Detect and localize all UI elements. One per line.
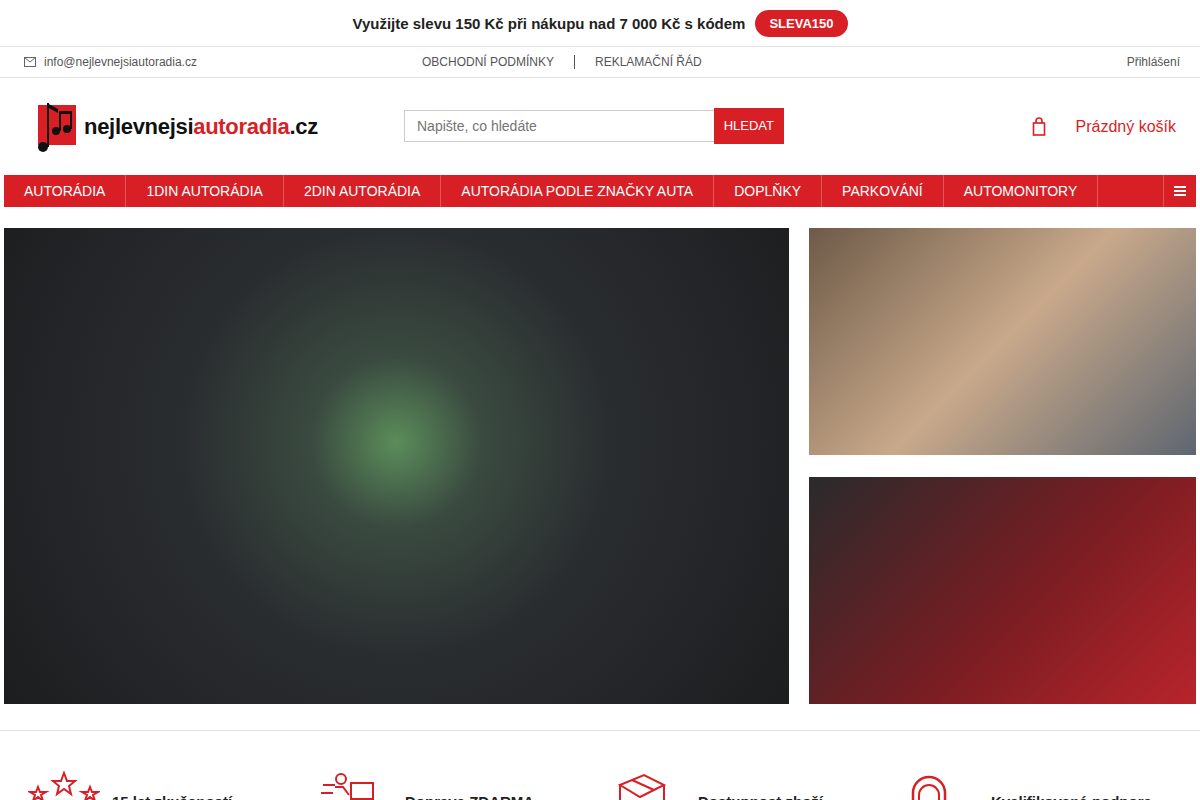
cart[interactable]: Prázdný košík (1032, 117, 1176, 137)
article-banner[interactable] (809, 228, 1196, 455)
email-text[interactable]: info@nejlevnejsiautoradia.cz (44, 55, 197, 69)
logo-text[interactable]: nejlevnejsiautoradia.cz (84, 114, 318, 140)
promo-code-badge: SLEVA150 (755, 10, 847, 37)
nav-item[interactable]: AUTORÁDIA PODLE ZNAČKY AUTA (441, 175, 714, 207)
nav-menu-button[interactable] (1163, 175, 1196, 207)
nav-item[interactable]: AUTOMONITORY (944, 175, 1099, 207)
top-bar: info@nejlevnejsiautoradia.cz OBCHODNÍ POD… (0, 47, 1200, 78)
main-nav: AUTORÁDIA1DIN AUTORÁDIA2DIN AUTORÁDIAAUT… (4, 175, 1196, 207)
hero (4, 228, 1196, 704)
feature-item: Kvalifikovaná podpora (907, 771, 1200, 800)
nav-item[interactable]: PARKOVÁNÍ (822, 175, 944, 207)
search-form: HLEDAT (404, 110, 784, 144)
feature-item: Dostupnost zboží (614, 771, 907, 800)
promo-text: Využijte slevu 150 Kč při nákupu nad 7 0… (352, 15, 745, 32)
top-links: OBCHODNÍ PODMÍNKYREKLAMAČNÍ ŘÁD (414, 55, 722, 69)
category-banner[interactable] (809, 477, 1196, 704)
nav-item[interactable]: 2DIN AUTORÁDIA (284, 175, 441, 207)
stars-icon (28, 771, 100, 800)
search-button[interactable]: HLEDAT (714, 108, 784, 144)
features: 15 let zkušeností Doprava ZDARMA Dostupnos… (0, 731, 1200, 800)
logo-part[interactable]: nejlevnejsi (84, 114, 193, 139)
hero-banner[interactable] (4, 228, 789, 704)
feature-text: Dostupnost zboží (698, 771, 823, 800)
feature-item: 15 let zkušeností (28, 771, 321, 800)
top-link[interactable]: REKLAMAČNÍ ŘÁD (574, 55, 722, 69)
cart-icon (1032, 117, 1046, 137)
box-icon (614, 771, 686, 800)
envelope-icon (24, 57, 36, 67)
feature-text: Kvalifikovaná podpora (991, 771, 1152, 800)
feature-item: Doprava ZDARMA (321, 771, 614, 800)
logo[interactable]: nejlevnejsiautoradia.cz (34, 99, 404, 155)
search-input[interactable] (404, 110, 714, 142)
top-link[interactable]: OBCHODNÍ PODMÍNKY (414, 55, 574, 69)
logo-part[interactable]: autoradia (193, 114, 289, 139)
header: nejlevnejsiautoradia.cz HLEDAT Prázdný koš… (0, 78, 1200, 175)
divider (0, 730, 1200, 731)
nav-item[interactable]: 1DIN AUTORÁDIA (126, 175, 283, 207)
email-link[interactable]: info@nejlevnejsiautoradia.cz (24, 55, 414, 69)
feature-text: 15 let zkušeností (112, 771, 232, 800)
nav-item[interactable]: AUTORÁDIA (4, 175, 126, 207)
music-notes-icon (34, 99, 80, 155)
delivery-icon (321, 771, 393, 800)
cart-label[interactable]: Prázdný košík (1076, 118, 1176, 136)
support-icon (907, 771, 979, 800)
logo-part[interactable]: .cz (290, 114, 318, 139)
login-link[interactable]: Přihlášení (1127, 55, 1180, 69)
feature-text: Doprava ZDARMA (405, 771, 534, 800)
side-banners (809, 228, 1196, 704)
hamburger-icon (1174, 185, 1186, 197)
promo-bar: Využijte slevu 150 Kč při nákupu nad 7 0… (0, 0, 1200, 47)
nav-item[interactable]: DOPLŇKY (714, 175, 822, 207)
